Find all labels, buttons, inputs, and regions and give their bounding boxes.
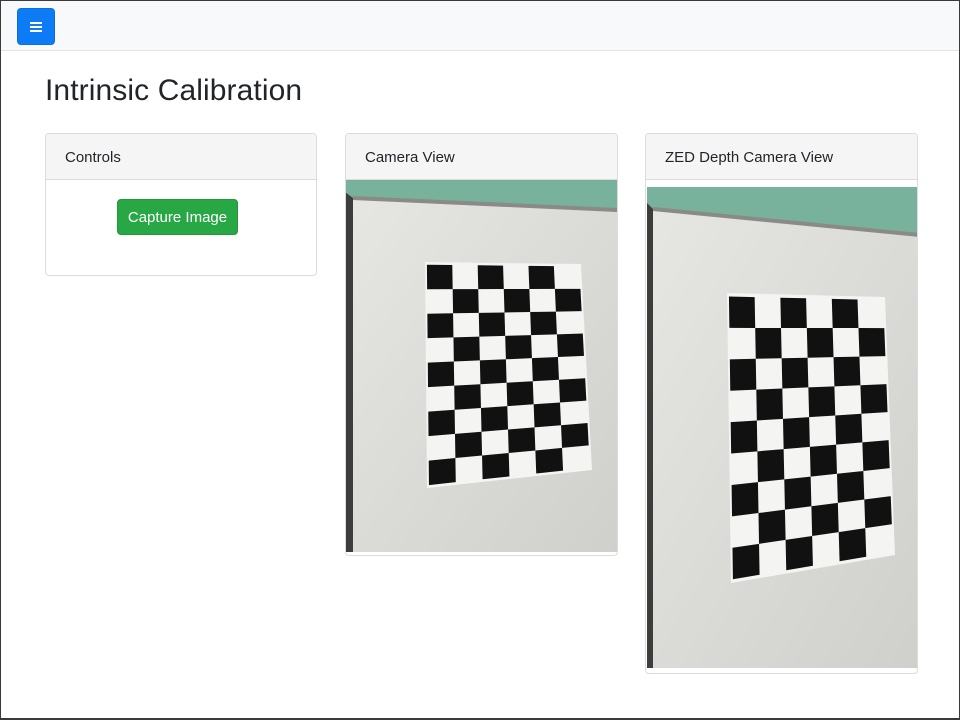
controls-card: Controls Capture Image (45, 133, 317, 276)
zed-camera-view-card-header: ZED Depth Camera View (646, 134, 917, 180)
menu-toggle-button[interactable] (17, 8, 55, 45)
zed-camera-view-card: ZED Depth Camera View (645, 133, 918, 674)
zed-camera-feed-image (647, 187, 917, 668)
top-navbar (1, 1, 959, 51)
camera-view-card: Camera View (345, 133, 618, 556)
hamburger-menu-icon (29, 21, 43, 33)
controls-card-header: Controls (46, 134, 316, 180)
capture-image-button[interactable]: Capture Image (117, 199, 238, 235)
camera-feed-image (346, 180, 617, 552)
page-title: Intrinsic Calibration (45, 74, 303, 107)
camera-view-card-header: Camera View (346, 134, 617, 180)
